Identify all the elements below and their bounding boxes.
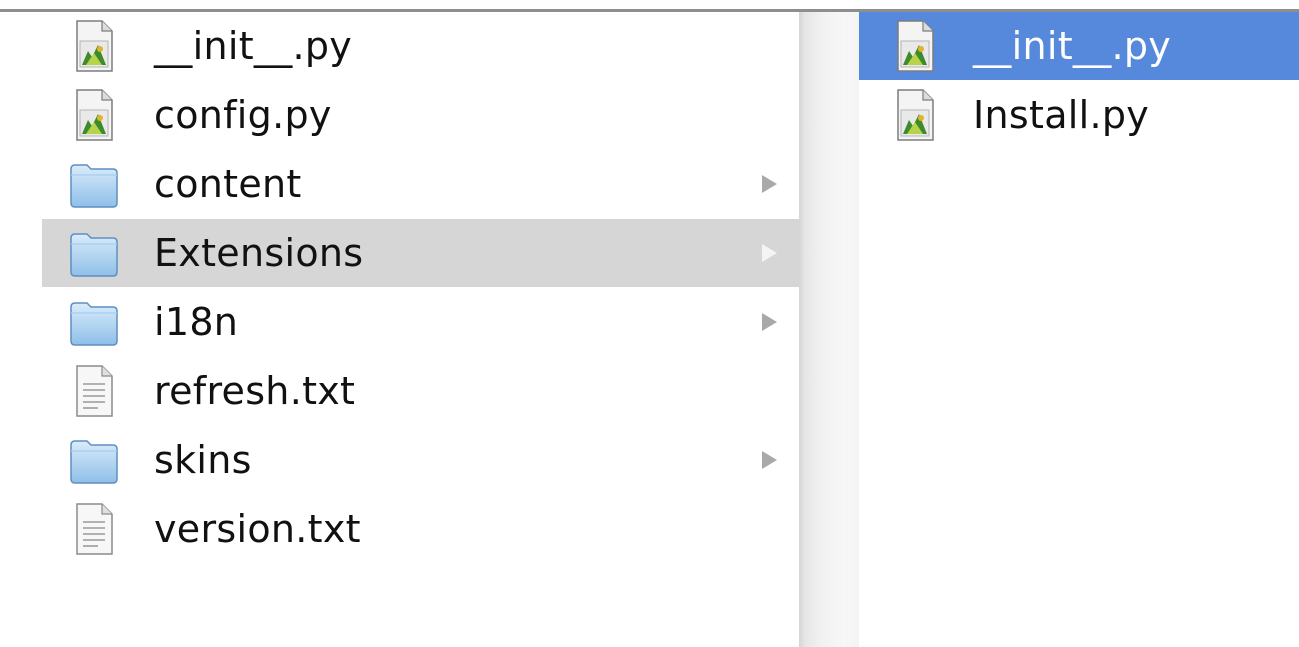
file-name-label: content	[154, 162, 302, 206]
column-parent-folder[interactable]: __init__.py config.py content Extensions i18…	[42, 12, 799, 647]
file-name-label: skins	[154, 438, 252, 482]
python-file-icon	[66, 87, 122, 143]
file-row-refresh-txt[interactable]: refresh.txt	[42, 357, 799, 425]
python-file-icon	[66, 18, 122, 74]
disclosure-triangle-icon	[762, 175, 777, 193]
left-gutter	[0, 12, 42, 647]
disclosure-triangle-icon	[762, 451, 777, 469]
file-row-extensions[interactable]: Extensions	[42, 219, 799, 287]
python-file-icon	[887, 18, 943, 74]
python-file-icon	[887, 87, 943, 143]
folder-icon	[66, 294, 122, 350]
file-row-i18n[interactable]: i18n	[42, 288, 799, 356]
file-name-label: i18n	[154, 300, 239, 344]
folder-icon	[66, 225, 122, 281]
file-row-version-txt[interactable]: version.txt	[42, 495, 799, 563]
file-row-content[interactable]: content	[42, 150, 799, 218]
file-name-label: __init__.py	[973, 24, 1172, 68]
text-file-icon	[66, 501, 122, 557]
file-name-label: Install.py	[973, 93, 1150, 137]
folder-icon	[66, 156, 122, 212]
file-row-init-py[interactable]: __init__.py	[859, 12, 1299, 80]
file-row-install-py[interactable]: Install.py	[859, 81, 1299, 149]
folder-icon	[66, 432, 122, 488]
top-divider	[0, 0, 1299, 12]
file-name-label: config.py	[154, 93, 332, 137]
file-row-config-py[interactable]: config.py	[42, 81, 799, 149]
file-row-skins[interactable]: skins	[42, 426, 799, 494]
disclosure-triangle-icon	[762, 244, 777, 262]
file-name-label: refresh.txt	[154, 369, 356, 413]
column-separator[interactable]	[799, 12, 859, 647]
file-name-label: version.txt	[154, 507, 361, 551]
disclosure-triangle-icon	[762, 313, 777, 331]
finder-column-browser: __init__.py config.py content Extensions i18…	[0, 0, 1299, 647]
file-name-label: Extensions	[154, 231, 364, 275]
file-row-init-py[interactable]: __init__.py	[42, 12, 799, 80]
file-name-label: __init__.py	[154, 24, 353, 68]
column-extensions[interactable]: __init__.py Install.py	[859, 12, 1299, 647]
text-file-icon	[66, 363, 122, 419]
